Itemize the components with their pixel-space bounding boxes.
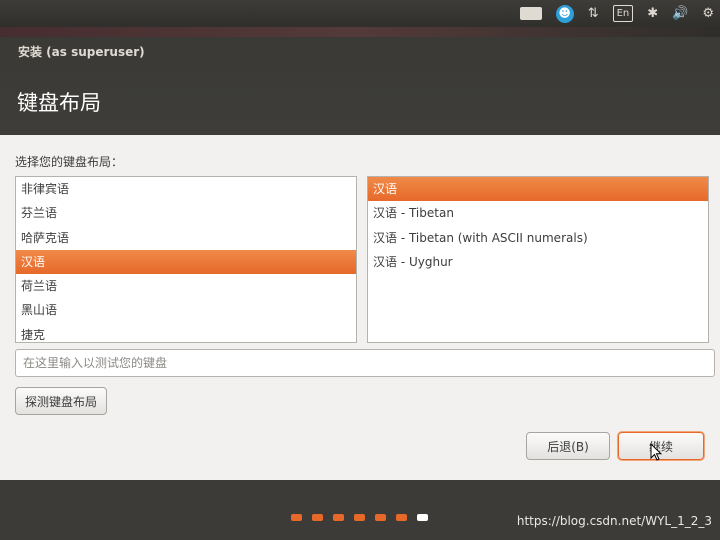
variant-list-item[interactable]: 汉语 - Tibetan [368, 201, 708, 225]
layout-list[interactable]: 非律宾语 芬兰语 哈萨克语 汉语 荷兰语 黑山语 捷克 [15, 176, 357, 343]
bluetooth-icon[interactable]: ✱ [647, 0, 658, 27]
system-tray: ☻ ⇅ En ✱ 🔊 ⚙ [519, 0, 714, 27]
variant-list-item[interactable]: 汉语 - Tibetan (with ASCII numerals) [368, 226, 708, 250]
volume-icon[interactable]: 🔊 [672, 0, 688, 27]
layout-list-item[interactable]: 哈萨克语 [16, 226, 356, 250]
window-title: 安装 (as superuser) [18, 45, 145, 59]
back-button[interactable]: 后退(B) [526, 432, 610, 460]
layout-prompt-label: 选择您的键盘布局： [15, 155, 124, 169]
detect-layout-button[interactable]: 探测键盘布局 [15, 387, 107, 415]
keyboard-test-input[interactable] [15, 349, 715, 377]
layout-list-item-selected[interactable]: 汉语 [16, 249, 356, 275]
progress-dot [333, 514, 344, 521]
watermark-text: https://blog.csdn.net/WYL_1_2_3 [516, 514, 712, 528]
progress-dot-current [417, 514, 428, 521]
content-area: 选择您的键盘布局： 非律宾语 芬兰语 哈萨克语 汉语 荷兰语 黑山语 捷克 汉语… [0, 135, 720, 480]
layout-list-item[interactable]: 非律宾语 [16, 177, 356, 201]
window-header: 安装 (as superuser) 键盘布局 [0, 27, 720, 135]
header-accent [0, 27, 720, 37]
bottom-bar: https://blog.csdn.net/WYL_1_2_3 [0, 480, 720, 540]
progress-dot [396, 514, 407, 521]
page-title: 键盘布局 [17, 91, 101, 115]
variant-list-item[interactable]: 汉语 - Uyghur [368, 250, 708, 274]
network-icon[interactable]: ⇅ [588, 0, 599, 27]
progress-dots [291, 514, 428, 521]
variant-list-item-selected[interactable]: 汉语 [368, 177, 708, 202]
keyboard-icon[interactable] [519, 7, 542, 20]
top-panel: ☻ ⇅ En ✱ 🔊 ⚙ [0, 0, 720, 27]
layout-list-item[interactable]: 芬兰语 [16, 201, 356, 225]
accessibility-icon[interactable]: ☻ [555, 4, 574, 23]
settings-gear-icon[interactable]: ⚙ [702, 0, 714, 27]
variant-list[interactable]: 汉语 汉语 - Tibetan 汉语 - Tibetan (with ASCII… [367, 176, 709, 343]
layout-list-item[interactable]: 捷克 [16, 323, 356, 342]
progress-dot [312, 514, 323, 521]
language-indicator[interactable]: En [612, 5, 634, 22]
layout-list-item[interactable]: 黑山语 [16, 298, 356, 322]
language-indicator-label: En [612, 5, 634, 22]
layout-list-item[interactable]: 荷兰语 [16, 274, 356, 298]
progress-dot [291, 514, 302, 521]
progress-dot [354, 514, 365, 521]
progress-dot [375, 514, 386, 521]
mouse-pointer-icon [650, 443, 662, 461]
